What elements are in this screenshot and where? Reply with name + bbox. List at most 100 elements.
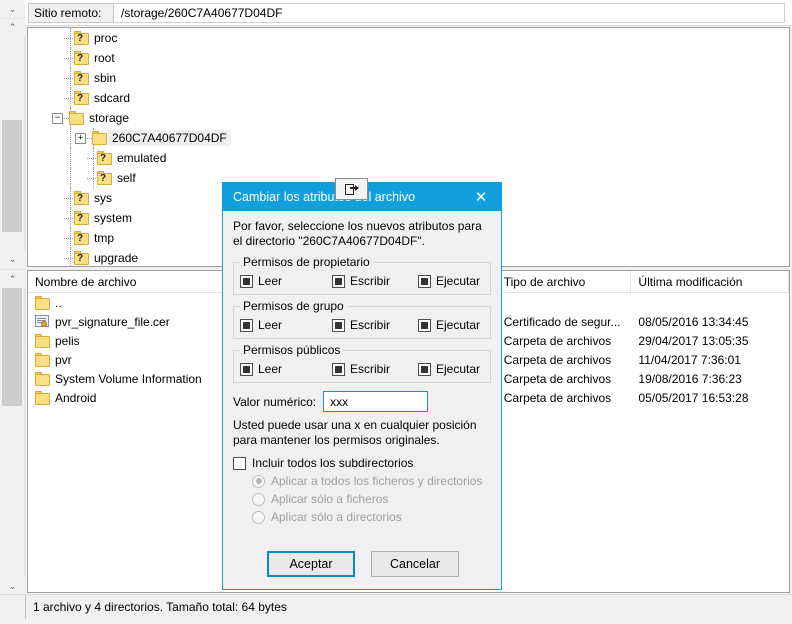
tree-item-label: upgrade	[94, 251, 139, 265]
tree-guide-line	[70, 188, 71, 208]
permission-checkbox-item[interactable]: Escribir	[332, 274, 418, 288]
apply-scope-radio: Aplicar a todos los ficheros y directori…	[252, 474, 491, 488]
tree-guide-line	[64, 57, 73, 59]
tree-item[interactable]: ? sdcard	[28, 88, 789, 108]
permission-checkbox-item[interactable]: Leer	[240, 318, 332, 332]
permission-checkbox[interactable]	[240, 318, 253, 332]
permission-group: Permisos de propietario Leer Escribir Ejecu…	[233, 255, 491, 295]
tree-item-label: root	[94, 51, 115, 65]
tree-item[interactable]: ? sbin	[28, 68, 789, 88]
permission-checkbox-label: Escribir	[350, 362, 391, 376]
column-header[interactable]: Última modificación	[631, 271, 789, 293]
tree-scroll-thumb[interactable]	[2, 120, 22, 232]
unknown-folder-icon: ?	[74, 31, 90, 45]
folder-icon	[35, 333, 51, 348]
tree-scroll-up-icon[interactable]: ⌄	[0, 0, 25, 18]
tree-guide-line	[64, 237, 73, 239]
numeric-value-wrapper: xxx	[323, 391, 429, 412]
expand-icon[interactable]: +	[75, 132, 86, 144]
permission-checkbox[interactable]	[418, 274, 431, 288]
unknown-folder-icon: ?	[74, 71, 90, 85]
radio-button	[252, 510, 265, 524]
tree-guide-line	[70, 168, 71, 188]
permission-checkbox[interactable]	[332, 318, 345, 332]
filezilla-window: ⌄ ⌃ ⌄ ⌃ ⌄ Sitio remoto: /storage/260C7A4…	[0, 0, 792, 624]
permission-checkbox-item[interactable]: Leer	[240, 274, 332, 288]
permission-checkbox-label: Ejecutar	[436, 362, 481, 376]
numeric-value-row: Valor numérico: xxx	[233, 391, 491, 412]
tree-scrollbar[interactable]: ⌄ ⌃ ⌄	[0, 0, 25, 268]
unknown-folder-icon: ?	[74, 51, 90, 65]
export-icon-button[interactable]	[335, 178, 368, 200]
permission-checkbox-label: Ejecutar	[436, 318, 481, 332]
permission-checkbox[interactable]	[418, 318, 431, 332]
tree-item-label: tmp	[94, 231, 115, 245]
radio-button	[252, 492, 265, 506]
tree-scroll-track[interactable]	[0, 36, 24, 250]
collapse-icon[interactable]: −	[52, 112, 63, 124]
ok-button[interactable]: Aceptar	[267, 551, 355, 577]
tree-item[interactable]: ? emulated	[28, 148, 789, 168]
status-bar-text: 1 archivo y 4 directorios. Tamaño total:…	[25, 595, 792, 619]
numeric-value-label: Valor numérico:	[233, 394, 317, 409]
list-scrollbar[interactable]: ⌃ ⌄	[0, 269, 25, 595]
list-scroll-down-icon[interactable]: ⌄	[0, 577, 25, 595]
remote-site-path-input[interactable]: /storage/260C7A40677D04DF	[115, 3, 785, 23]
tree-item-label: self	[117, 171, 136, 185]
column-header[interactable]: Tipo de archivo	[497, 271, 632, 293]
permission-checkbox-label: Ejecutar	[436, 274, 481, 288]
tree-guide-line	[93, 148, 94, 168]
unknown-folder-icon: ?	[97, 151, 113, 165]
permission-checkbox-item[interactable]: Escribir	[332, 318, 418, 332]
tree-guide-line	[70, 88, 71, 108]
permission-checkbox[interactable]	[332, 274, 345, 288]
remote-site-label: Sitio remoto:	[28, 3, 114, 23]
permission-checkbox[interactable]	[240, 362, 253, 376]
tree-item-label: emulated	[117, 151, 167, 165]
numeric-value-hint: Usted puede usar una x en cualquier posi…	[233, 418, 477, 447]
dialog-intro-text: Por favor, seleccione los nuevos atribut…	[233, 219, 482, 248]
list-scroll-track[interactable]	[0, 288, 24, 577]
unknown-folder-icon: ?	[74, 231, 90, 245]
tree-item[interactable]: ? proc	[28, 28, 789, 48]
permission-group: Permisos de grupo Leer Escribir Ejecutar	[233, 299, 491, 339]
list-scroll-up-icon[interactable]: ⌃	[0, 270, 25, 288]
permission-checkbox[interactable]	[332, 362, 345, 376]
dialog-title-bar[interactable]: Cambiar los atributos del archivo ✕	[223, 178, 501, 211]
include-subdirs-label: Incluir todos los subdirectorios	[252, 456, 414, 470]
permission-checkbox-item[interactable]: Escribir	[332, 362, 418, 376]
permission-checkbox-label: Escribir	[350, 318, 391, 332]
permission-checkbox-item[interactable]: Ejecutar	[418, 318, 480, 332]
file-modified: 05/05/2017 16:53:28	[638, 390, 749, 405]
certificate-icon	[35, 315, 51, 328]
permission-checkbox[interactable]	[240, 274, 253, 288]
tree-item[interactable]: ? root	[28, 48, 789, 68]
file-modified: 11/04/2017 7:36:01	[638, 352, 741, 367]
tree-scroll-top-icon[interactable]: ⌃	[0, 18, 25, 36]
file-name: Android	[55, 390, 97, 405]
permission-checkbox-label: Leer	[258, 362, 283, 376]
export-icon	[344, 183, 359, 195]
close-icon[interactable]: ✕	[461, 183, 501, 211]
file-modified: 08/05/2016 13:34:45	[638, 314, 749, 329]
file-name: pvr	[55, 352, 72, 367]
cancel-button[interactable]: Cancelar	[371, 551, 459, 577]
list-scroll-thumb[interactable]	[2, 288, 22, 406]
include-subdirs-checkbox[interactable]	[233, 456, 246, 470]
tree-item[interactable]: +260C7A40677D04DF	[28, 128, 789, 148]
radio-label: Aplicar a todos los ficheros y directori…	[271, 474, 483, 488]
dialog-title-text: Cambiar los atributos del archivo	[233, 190, 416, 204]
radio-label: Aplicar sólo a directorios	[271, 510, 402, 524]
tree-guide-line	[70, 228, 71, 248]
permission-checkbox-item[interactable]: Leer	[240, 362, 332, 376]
permission-checkbox-item[interactable]: Ejecutar	[418, 274, 480, 288]
include-subdirs-row[interactable]: Incluir todos los subdirectorios	[233, 456, 491, 470]
unknown-folder-icon: ?	[74, 251, 90, 265]
permission-checkbox[interactable]	[418, 362, 431, 376]
unknown-folder-icon: ?	[74, 211, 90, 225]
tree-item[interactable]: − storage	[28, 108, 789, 128]
permission-checkbox-item[interactable]: Ejecutar	[418, 362, 480, 376]
tree-item-label: storage	[89, 111, 130, 125]
tree-scroll-down-icon[interactable]: ⌄	[0, 250, 25, 268]
numeric-value-input[interactable]: xxx	[323, 391, 429, 412]
